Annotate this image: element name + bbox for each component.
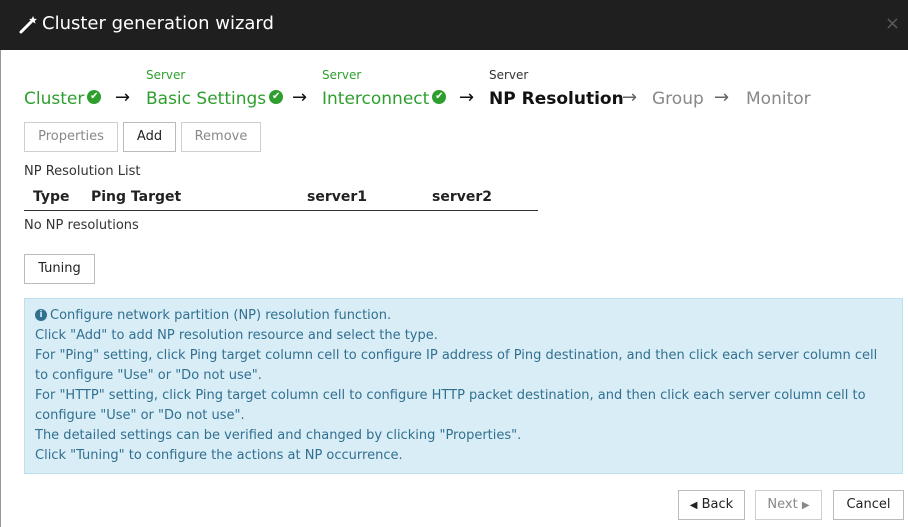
- check-circle-icon: ✔: [269, 90, 284, 104]
- remove-button[interactable]: Remove: [181, 122, 261, 152]
- step-monitor: Monitor: [746, 68, 811, 110]
- info-line: Click "Tuning" to configure the actions …: [35, 448, 403, 463]
- info-line: For "Ping" setting, click Ping target co…: [35, 348, 878, 383]
- column-header-server2: server2: [432, 189, 492, 205]
- step-label: Basic Settings: [146, 89, 267, 109]
- step-group: Group: [652, 68, 704, 110]
- properties-button[interactable]: Properties: [24, 122, 118, 152]
- step-label: Interconnect: [322, 89, 430, 109]
- check-circle-icon: ✔: [432, 90, 447, 104]
- window-border: [0, 50, 1, 527]
- caret-left-icon: ◀: [689, 500, 698, 511]
- arrow-right-icon: →: [115, 87, 131, 108]
- title-bar: Cluster generation wizard ×: [0, 0, 908, 50]
- window-title: Cluster generation wizard: [42, 13, 274, 34]
- back-label: Back: [701, 497, 734, 512]
- arrow-right-icon: →: [292, 87, 308, 108]
- info-line: For "HTTP" setting, click Ping target co…: [35, 388, 866, 423]
- arrow-right-icon: →: [622, 87, 638, 108]
- wizard-steps: Cluster ✔ → Server Basic Settings ✔ → Serv…: [24, 68, 884, 112]
- step-sub-label: [746, 68, 811, 82]
- step-label: Group: [652, 89, 704, 109]
- column-header-type: Type: [33, 189, 70, 205]
- arrow-right-icon: →: [459, 87, 475, 108]
- cancel-button[interactable]: Cancel: [833, 490, 904, 520]
- step-basic-settings: Server Basic Settings ✔: [146, 68, 284, 110]
- info-line: The detailed settings can be verified an…: [35, 428, 522, 443]
- info-panel: i Configure network partition (NP) resolu…: [24, 298, 903, 474]
- step-np-resolution: Server NP Resolution: [489, 68, 624, 110]
- arrow-right-icon: →: [714, 87, 730, 108]
- step-label: Cluster: [24, 89, 85, 109]
- close-icon[interactable]: ×: [885, 14, 900, 34]
- column-header-server1: server1: [307, 189, 367, 205]
- step-sub-label: Server: [489, 68, 529, 82]
- step-interconnect: Server Interconnect ✔: [322, 68, 447, 110]
- next-button[interactable]: Next ▶: [755, 490, 822, 520]
- back-button[interactable]: ◀ Back: [678, 490, 745, 520]
- info-line: Click "Add" to add NP resolution resourc…: [35, 328, 438, 343]
- step-label: NP Resolution: [489, 89, 624, 109]
- np-resolution-list-label: NP Resolution List: [24, 164, 141, 179]
- next-label: Next: [767, 497, 798, 512]
- np-list-header: Type Ping Target server1 server2: [24, 186, 538, 211]
- step-sub-label: [24, 68, 101, 82]
- column-header-ping-target: Ping Target: [91, 189, 182, 205]
- info-line: i Configure network partition (NP) resolu…: [35, 306, 892, 326]
- tuning-button[interactable]: Tuning: [24, 254, 95, 284]
- info-icon: i: [35, 308, 47, 321]
- check-circle-icon: ✔: [87, 90, 102, 104]
- step-cluster: Cluster ✔: [24, 68, 102, 110]
- step-sub-label: Server: [322, 68, 362, 82]
- step-label: Monitor: [746, 89, 811, 109]
- np-list-empty-message: No NP resolutions: [24, 218, 139, 233]
- step-sub-label: [652, 68, 704, 82]
- add-button[interactable]: Add: [123, 122, 176, 152]
- caret-right-icon: ▶: [801, 500, 810, 511]
- step-sub-label: Server: [146, 68, 186, 82]
- magic-wand-icon: [19, 16, 37, 34]
